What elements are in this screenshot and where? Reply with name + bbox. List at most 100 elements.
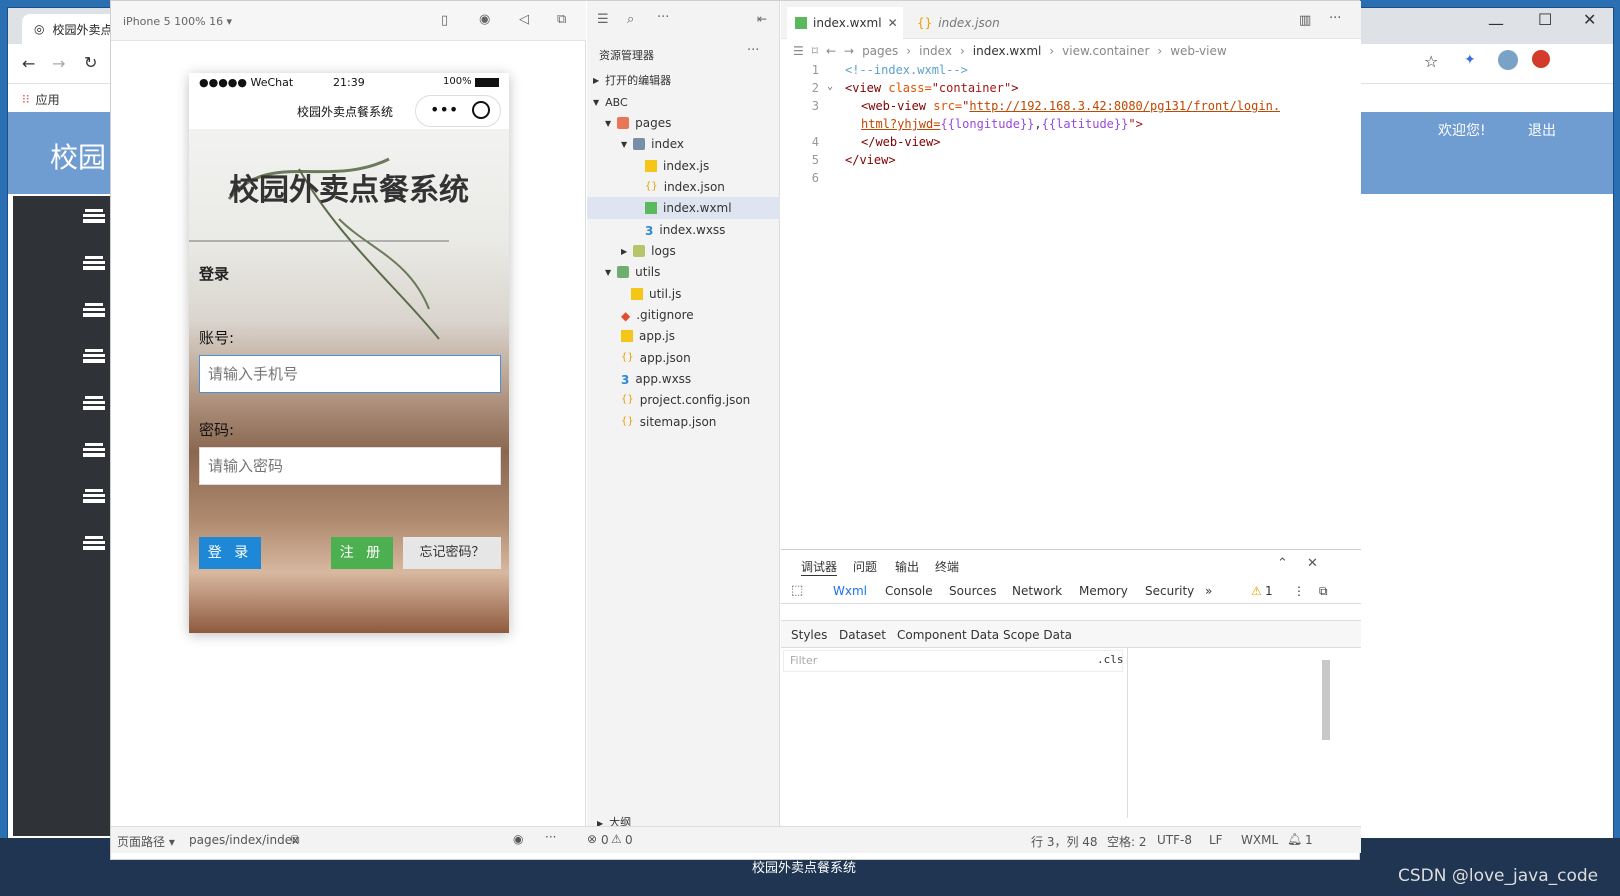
star-icon[interactable]: ☆ [1424, 52, 1438, 71]
cursor-position[interactable]: 行 3，列 48 [1031, 833, 1098, 850]
tree-item-index-js[interactable]: index.js [587, 155, 780, 177]
list-icon[interactable]: ☰ [793, 44, 804, 58]
more-icon[interactable]: ··· [657, 10, 669, 25]
list-icon[interactable]: ☰ [597, 12, 609, 27]
reload-icon[interactable]: ↻ [84, 53, 97, 72]
tree-item-logs[interactable]: ▶ logs [587, 240, 780, 262]
tree-item-index-wxss[interactable]: 3 index.wxss [587, 219, 780, 241]
tab-component-data[interactable]: Component Data [897, 628, 999, 642]
tree-item-index-json[interactable]: {} index.json [587, 176, 780, 198]
tab-console[interactable]: Console [885, 584, 933, 598]
breadcrumb-item[interactable]: pages [862, 44, 898, 58]
apps-icon[interactable]: ⁝⁝ [22, 92, 30, 106]
tab-network[interactable]: Network [1012, 584, 1062, 598]
tree-item-sitemap[interactable]: {} sitemap.json [587, 411, 780, 433]
bookmark-icon[interactable]: ⌑ [812, 44, 818, 58]
open-editors-section[interactable]: ▶ 打开的编辑器 [587, 69, 780, 91]
bookmark-apps[interactable]: 应用 [36, 91, 60, 108]
tree-item-pages[interactable]: ▼ pages [587, 112, 780, 134]
tab-scope-data[interactable]: Scope Data [1003, 628, 1072, 642]
menu-layer-icon[interactable] [83, 348, 105, 364]
forward-icon[interactable]: → [52, 54, 65, 73]
breadcrumb-item[interactable]: index [919, 44, 952, 58]
avatar[interactable] [1498, 50, 1518, 70]
chevron-up-icon[interactable]: ⌃ [1277, 556, 1288, 571]
popout-icon[interactable]: ⧉ [557, 12, 566, 27]
sound-icon[interactable]: ◁ [519, 12, 529, 27]
editor-tab[interactable]: {} index.json [909, 7, 1019, 39]
more-tabs-icon[interactable]: » [1205, 584, 1212, 598]
warning-icon[interactable]: ⚠ [611, 832, 622, 846]
scrollbar[interactable] [1322, 660, 1330, 740]
tree-item-project-config[interactable]: {} project.config.json [587, 389, 780, 411]
breadcrumb-item[interactable]: view.container [1062, 44, 1149, 58]
encoding[interactable]: UTF-8 [1157, 833, 1192, 847]
tree-item-gitignore[interactable]: ◆ .gitignore [587, 304, 780, 326]
close-icon[interactable]: ✕ [1583, 10, 1596, 29]
inspect-icon[interactable]: ⬚ [791, 583, 803, 598]
eye-icon[interactable]: ◉ [513, 832, 523, 846]
login-button[interactable]: 登 录 [199, 537, 261, 569]
minimize-icon[interactable]: — [1488, 14, 1504, 33]
search-icon[interactable]: ⌕ [627, 12, 634, 27]
device-selector[interactable]: iPhone 5 100% 16 ▾ [123, 15, 232, 28]
tab-memory[interactable]: Memory [1079, 584, 1128, 598]
tab-terminal[interactable]: 终端 [935, 558, 959, 575]
back-icon[interactable]: ← [826, 44, 836, 58]
menu-layer-icon[interactable] [83, 208, 105, 224]
more-icon[interactable]: ··· [747, 43, 759, 58]
more-icon[interactable]: ••• [430, 100, 458, 119]
eol[interactable]: LF [1209, 833, 1223, 847]
warning-icon[interactable]: ⚠ [1251, 584, 1262, 598]
more-icon[interactable]: ··· [1329, 11, 1341, 26]
menu-layer-icon[interactable] [83, 302, 105, 318]
kebab-icon[interactable]: ⋮ [1293, 584, 1305, 598]
language-mode[interactable]: WXML [1241, 833, 1278, 847]
update-icon[interactable] [1532, 50, 1550, 68]
tree-item-app-wxss[interactable]: 3 app.wxss [587, 368, 780, 390]
tab-output[interactable]: 输出 [895, 558, 919, 575]
bell-icon[interactable]: 🔔︎ [1287, 832, 1302, 846]
forward-icon[interactable]: → [844, 44, 854, 58]
dock-icon[interactable]: ⧉ [1319, 584, 1328, 599]
account-input[interactable] [199, 355, 501, 393]
tree-item-util-js[interactable]: util.js [587, 283, 780, 305]
forgot-password-button[interactable]: 忘记密码？ [403, 537, 501, 569]
register-button[interactable]: 注 册 [331, 537, 393, 569]
error-icon[interactable]: ⊗ [587, 832, 597, 846]
collapse-icon[interactable]: ⇤ [757, 12, 767, 26]
close-icon[interactable]: ✕ [1307, 556, 1318, 571]
copy-icon[interactable]: ⧉ [291, 832, 300, 847]
tab-dataset[interactable]: Dataset [839, 628, 886, 642]
indent-setting[interactable]: 空格: 2 [1107, 833, 1147, 850]
record-icon[interactable]: ◉ [479, 12, 490, 27]
tree-item-app-json[interactable]: {} app.json [587, 347, 780, 369]
tree-item-app-js[interactable]: app.js [587, 325, 780, 347]
logout-link[interactable]: 退出 [1528, 120, 1556, 140]
breadcrumb-item[interactable]: web-view [1170, 44, 1226, 58]
tab-debugger[interactable]: 调试器 [801, 558, 838, 576]
maximize-icon[interactable]: ☐ [1538, 10, 1552, 29]
phone-icon[interactable]: ▯ [441, 13, 448, 28]
cls-button[interactable]: .cls [1097, 653, 1124, 666]
tree-item-index-wxml[interactable]: index.wxml [587, 197, 780, 219]
breadcrumb-item[interactable]: index.wxml [973, 44, 1042, 58]
page-path-selector[interactable]: 页面路径 ▾ [117, 833, 175, 850]
fold-icon[interactable]: ⌄ [827, 81, 833, 92]
tree-item-utils[interactable]: ▼ utils [587, 261, 780, 283]
menu-layer-icon[interactable] [83, 535, 105, 551]
split-editor-icon[interactable]: ▥ [1299, 13, 1311, 28]
close-icon[interactable]: ✕ [888, 16, 898, 30]
tab-security[interactable]: Security [1145, 584, 1194, 598]
tab-styles[interactable]: Styles [791, 628, 827, 642]
filter-input[interactable]: Filter [783, 650, 1123, 672]
extension-icon[interactable]: ✦ [1464, 52, 1476, 68]
password-input[interactable] [199, 447, 501, 485]
tab-wxml[interactable]: Wxml [833, 584, 867, 598]
project-section[interactable]: ▼ ABC [587, 91, 780, 113]
tree-item-index-folder[interactable]: ▼ index [587, 133, 780, 155]
capsule-menu[interactable]: ••• [415, 95, 501, 127]
tab-problems[interactable]: 问题 [853, 558, 877, 575]
menu-layer-icon[interactable] [83, 488, 105, 504]
more-icon[interactable]: ··· [545, 830, 556, 844]
